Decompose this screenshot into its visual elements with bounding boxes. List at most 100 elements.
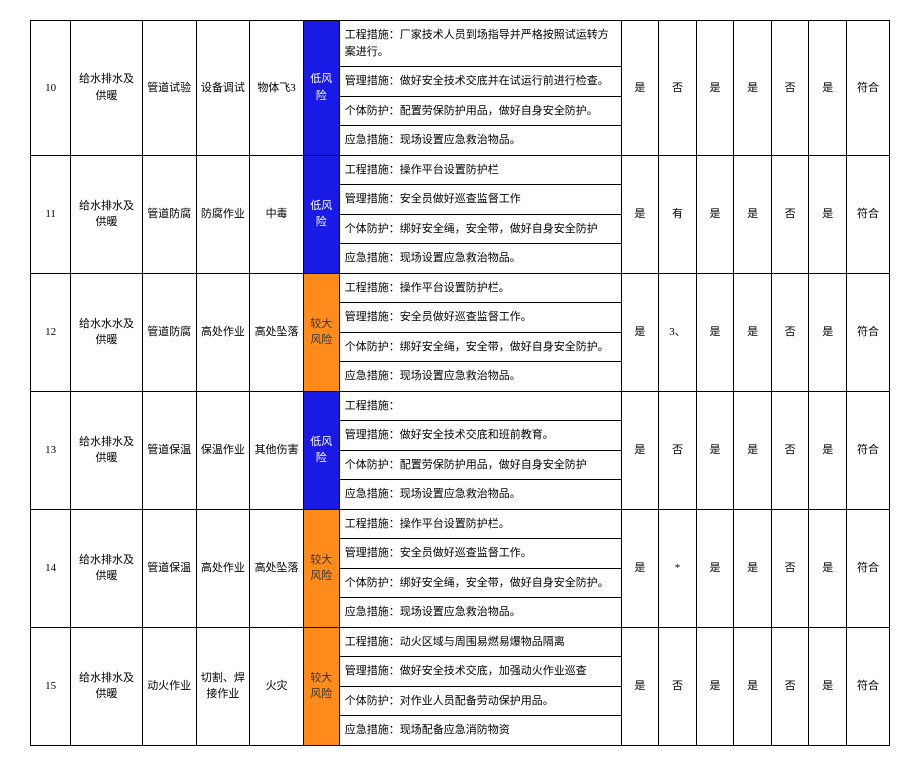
status-cell: 符合 — [846, 155, 889, 273]
category-cell: 给水排水及供暖 — [71, 391, 143, 509]
hazard-cell: 高处坠落 — [250, 273, 304, 391]
status-cell: 是 — [734, 509, 772, 627]
table-row: 11给水排水及供暖管道防腐防腐作业中毒低风险工程措施：操作平台设置防护栏是有是是… — [31, 155, 890, 185]
status-cell: 3、 — [659, 273, 697, 391]
status-cell: 否 — [659, 391, 697, 509]
row-index: 15 — [31, 627, 71, 745]
status-cell: 否 — [771, 627, 809, 745]
status-cell: 是 — [734, 627, 772, 745]
risk-assessment-table: 10给水排水及供暖管道试验设备调试物体飞3低风险工程措施：厂家技术人员到场指导并… — [30, 20, 890, 746]
status-cell: 是 — [809, 391, 847, 509]
hazard-cell: 中毒 — [250, 155, 304, 273]
status-cell: 是 — [621, 21, 659, 156]
status-cell: 否 — [771, 155, 809, 273]
activity-cell: 切割、焊接作业 — [196, 627, 250, 745]
status-cell: 是 — [734, 155, 772, 273]
measure-cell: 应急措施：现场设置应急救治物品。 — [339, 598, 621, 628]
status-cell: 符合 — [846, 21, 889, 156]
measure-cell: 工程措施：操作平台设置防护栏。 — [339, 273, 621, 303]
status-cell: 是 — [621, 273, 659, 391]
subcategory-cell: 管道试验 — [142, 21, 196, 156]
measure-cell: 个体防护：绑好安全绳，安全带，做好自身安全防护。 — [339, 568, 621, 598]
subcategory-cell: 动火作业 — [142, 627, 196, 745]
row-index: 12 — [31, 273, 71, 391]
activity-cell: 高处作业 — [196, 273, 250, 391]
table-row: 15给水排水及供暖动火作业切割、焊接作业火灾较大风险工程措施：动火区域与周围易燃… — [31, 627, 890, 657]
status-cell: 否 — [659, 21, 697, 156]
status-cell: 是 — [696, 21, 734, 156]
measure-cell: 个体防护：对作业人员配备劳动保护用品。 — [339, 686, 621, 716]
measure-cell: 工程措施：操作平台设置防护栏 — [339, 155, 621, 185]
risk-level-cell: 低风险 — [303, 391, 339, 509]
row-index: 14 — [31, 509, 71, 627]
status-cell: 否 — [659, 627, 697, 745]
status-cell: 否 — [771, 391, 809, 509]
status-cell: 是 — [621, 391, 659, 509]
activity-cell: 保温作业 — [196, 391, 250, 509]
measure-cell: 个体防护：配置劳保防护用品，做好自身安全防护 — [339, 450, 621, 480]
subcategory-cell: 管道防腐 — [142, 273, 196, 391]
status-cell: 否 — [771, 21, 809, 156]
activity-cell: 设备调试 — [196, 21, 250, 156]
status-cell: 是 — [696, 155, 734, 273]
risk-level-cell: 较大风险 — [303, 627, 339, 745]
table-row: 13给水排水及供暖管道保温保温作业其他伤害低风险工程措施：是否是是否是符合 — [31, 391, 890, 421]
status-cell: 是 — [734, 21, 772, 156]
activity-cell: 高处作业 — [196, 509, 250, 627]
hazard-cell: 物体飞3 — [250, 21, 304, 156]
status-cell: 是 — [621, 627, 659, 745]
risk-level-cell: 较大风险 — [303, 273, 339, 391]
status-cell: * — [659, 509, 697, 627]
measure-cell: 应急措施：现场设置应急救治物品。 — [339, 362, 621, 392]
status-cell: 是 — [734, 273, 772, 391]
measure-cell: 管理措施：做好安全技术交底并在试运行前进行检查。 — [339, 67, 621, 97]
status-cell: 是 — [809, 21, 847, 156]
measure-cell: 工程措施：操作平台设置防护栏。 — [339, 509, 621, 539]
measure-cell: 应急措施：现场设置应急救治物品。 — [339, 244, 621, 274]
risk-level-cell: 低风险 — [303, 21, 339, 156]
measure-cell: 应急措施：现场设置应急救治物品。 — [339, 480, 621, 510]
category-cell: 给水排水及供暖 — [71, 627, 143, 745]
measure-cell: 个体防护：绑好安全绳，安全带，做好自身安全防护。 — [339, 332, 621, 362]
measure-cell: 工程措施：厂家技术人员到场指导并严格按照试运转方案进行。 — [339, 21, 621, 67]
subcategory-cell: 管道防腐 — [142, 155, 196, 273]
hazard-cell: 其他伤害 — [250, 391, 304, 509]
status-cell: 符合 — [846, 509, 889, 627]
measure-cell: 应急措施：现场配备应急消防物资 — [339, 716, 621, 746]
status-cell: 是 — [809, 273, 847, 391]
risk-level-cell: 较大风险 — [303, 509, 339, 627]
status-cell: 是 — [696, 509, 734, 627]
row-index: 11 — [31, 155, 71, 273]
measure-cell: 管理措施：安全员做好巡查监督工作。 — [339, 539, 621, 569]
status-cell: 符合 — [846, 391, 889, 509]
row-index: 10 — [31, 21, 71, 156]
measure-cell: 个体防护：绑好安全绳，安全带，做好自身安全防护 — [339, 214, 621, 244]
status-cell: 是 — [621, 155, 659, 273]
measure-cell: 管理措施：安全员做好巡查监督工作。 — [339, 303, 621, 333]
category-cell: 给水排水及供暖 — [71, 155, 143, 273]
status-cell: 是 — [621, 509, 659, 627]
hazard-cell: 高处坠落 — [250, 509, 304, 627]
table-row: 14给水排水及供暖管道保温高处作业高处坠落较大风险工程措施：操作平台设置防护栏。… — [31, 509, 890, 539]
status-cell: 有 — [659, 155, 697, 273]
measure-cell: 应急措施：现场设置应急救治物品。 — [339, 126, 621, 156]
subcategory-cell: 管道保温 — [142, 509, 196, 627]
measure-cell: 工程措施：动火区域与周围易燃易爆物品隔离 — [339, 627, 621, 657]
measure-cell: 工程措施： — [339, 391, 621, 421]
table-row: 10给水排水及供暖管道试验设备调试物体飞3低风险工程措施：厂家技术人员到场指导并… — [31, 21, 890, 67]
measure-cell: 个体防护：配置劳保防护用品，做好自身安全防护。 — [339, 96, 621, 126]
status-cell: 否 — [771, 509, 809, 627]
status-cell: 是 — [696, 391, 734, 509]
status-cell: 是 — [696, 627, 734, 745]
status-cell: 是 — [809, 627, 847, 745]
table-row: 12给水水水及供暖管道防腐高处作业高处坠落较大风险工程措施：操作平台设置防护栏。… — [31, 273, 890, 303]
row-index: 13 — [31, 391, 71, 509]
status-cell: 是 — [809, 509, 847, 627]
status-cell: 符合 — [846, 627, 889, 745]
category-cell: 给水水水及供暖 — [71, 273, 143, 391]
status-cell: 是 — [734, 391, 772, 509]
category-cell: 给水排水及供暖 — [71, 509, 143, 627]
status-cell: 是 — [809, 155, 847, 273]
category-cell: 给水排水及供暖 — [71, 21, 143, 156]
measure-cell: 管理措施：安全员做好巡查监督工作 — [339, 185, 621, 215]
